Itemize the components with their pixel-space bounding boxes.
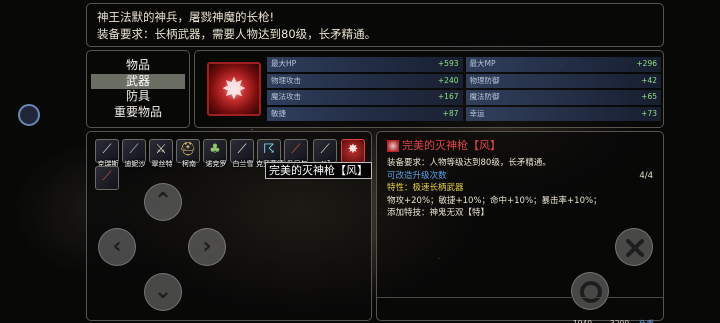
stat-value: +65	[641, 92, 657, 101]
item-slot[interactable]: ⟋丹尼尔	[284, 139, 308, 168]
upgrade-row: 可改造升级次数 4/4	[387, 170, 653, 183]
floating-menu-button[interactable]	[18, 104, 40, 126]
load-max: 3200	[610, 318, 629, 323]
effects-line: 物攻+20%；敏捷+10%；命中+10%；暴击率+10%；	[387, 195, 602, 206]
stat-row: 幸运 +73	[465, 106, 661, 121]
item-flavor-text: 神王法默的神兵，屠戮神魔的长枪!	[97, 10, 275, 24]
divider	[377, 297, 663, 298]
item-slot[interactable]: ⟋ 克瑞斯	[95, 139, 119, 168]
item-owner-label: 诺克罗	[205, 160, 227, 168]
circle-icon	[580, 281, 602, 303]
stat-name: 物理攻击	[271, 75, 301, 85]
spear-icon: ⟋	[102, 142, 112, 157]
dpad-left-button[interactable]: ‹	[98, 228, 136, 266]
trait-line: 特性：极速长柄武器	[387, 183, 464, 193]
detail-header: 完美的灭神枪【风】	[387, 138, 653, 154]
stat-name: 幸运	[469, 108, 485, 118]
item-owner-label: 白兰雪	[232, 160, 254, 168]
stat-value: +296	[636, 59, 657, 68]
stat-name: 魔法防御	[469, 92, 500, 101]
helmet-icon: ⛑	[179, 142, 197, 157]
category-item-goods[interactable]: 物品	[91, 58, 185, 74]
load-label: 负重	[639, 318, 654, 323]
dpad-up-button[interactable]: ⌃	[144, 183, 182, 221]
divine-spear-small-icon	[387, 140, 399, 152]
stat-row: 物理防御 +42	[465, 73, 661, 88]
item-slot[interactable]: ♣ 诺克罗	[203, 139, 227, 168]
halberd-icon: ⟋	[320, 142, 330, 157]
item-slot[interactable]: ⟋ 白兰雪	[230, 139, 254, 168]
stat-name: 最大HP	[271, 59, 297, 68]
chevron-left-icon: ‹	[112, 234, 122, 259]
spear-icon: ⟋	[291, 142, 301, 157]
stats-panel: 最大HP +593 最大MP +296 物理攻击 +240 物理防御 +42 魔法攻击 +…	[194, 50, 664, 128]
sword-icon: ⚔	[155, 142, 167, 157]
divine-spear-icon: ✸	[347, 142, 359, 157]
red-spear-icon: ⟋	[102, 169, 112, 184]
upgrade-count: 4/4	[639, 170, 653, 181]
chevron-right-icon: ›	[202, 234, 212, 259]
armor-icon: ♣	[209, 142, 221, 157]
cancel-button[interactable]	[615, 228, 653, 266]
divine-spear-large-icon	[207, 62, 261, 116]
item-slot[interactable]: ⛑ 柯南	[176, 139, 200, 168]
stat-row: 敏捷 +87	[267, 106, 463, 121]
claw-icon: ☈	[263, 142, 275, 157]
item-description-panel: 神王法默的神兵，屠戮神魔的长枪! 装备要求：长柄武器，需要人物达到80级，长矛精…	[86, 3, 664, 47]
load-current: 1949	[573, 318, 592, 323]
item-slot[interactable]: ⟋×1	[313, 139, 337, 167]
detail-title: 完美的灭神枪【风】	[402, 138, 501, 152]
stat-row: 最大MP +296	[465, 57, 661, 72]
stat-value: +167	[437, 92, 459, 101]
item-slot[interactable]: ⟋ 迪妮沙	[122, 139, 146, 168]
spear-icon: ⟋	[237, 142, 247, 157]
upgrade-label: 可改造升级次数	[387, 170, 447, 181]
stat-name: 最大MP	[469, 59, 496, 68]
stat-grid: 最大HP +593 最大MP +296 物理攻击 +240 物理防御 +42 魔法攻击 +…	[267, 57, 661, 121]
stat-row: 最大HP +593	[267, 57, 463, 72]
close-icon	[626, 239, 644, 257]
weapon-inventory-grid: ⟋克瑞斯 ⟋迪妮沙 ⚔翠丝特 ⛑柯南 ♣诺克罗 ⟋白兰雪 ☈克罗蒙德 ⟋丹尼尔 …	[86, 131, 372, 321]
detail-requirement: 装备要求：人物等级达到80级，长矛精通。	[387, 158, 551, 168]
stat-row: 魔法攻击 +167	[267, 90, 463, 105]
item-owner-label: 柯南	[182, 160, 196, 168]
stat-row: 物理攻击 +240	[267, 73, 463, 88]
stat-value: +73	[641, 108, 657, 118]
item-slot-selected[interactable]: ✸	[341, 139, 365, 163]
confirm-button[interactable]	[571, 272, 609, 310]
dpad-down-button[interactable]: ⌄	[144, 273, 182, 311]
spear-icon: ⟋	[129, 142, 139, 157]
stat-row: 魔法防御 +65	[465, 90, 661, 105]
item-slot[interactable]: ☈克罗蒙德	[256, 139, 284, 168]
item-owner-label: 迪妮沙	[124, 160, 146, 168]
category-item-armor[interactable]: 防具	[91, 89, 185, 105]
item-name-tooltip: 完美的灭神枪【风】	[265, 162, 372, 179]
item-owner-label: 翠丝特	[151, 160, 173, 168]
item-slot[interactable]: ⚔ 翠丝特	[149, 139, 173, 168]
category-item-weapons[interactable]: 武器	[91, 73, 185, 89]
chevron-down-icon: ⌄	[153, 279, 173, 304]
special-skill-line: 添加特技：神鬼无双【特】	[387, 208, 490, 218]
category-menu: 物品 武器 防具 重要物品	[86, 50, 190, 128]
item-slot[interactable]: ⟋	[95, 166, 119, 190]
dpad-right-button[interactable]: ›	[188, 228, 226, 266]
stat-value: +42	[641, 75, 657, 85]
stat-name: 魔法攻击	[271, 92, 301, 101]
stat-value: +240	[437, 75, 459, 85]
item-requirement-text: 装备要求：长柄武器，需要人物达到80级，长矛精通。	[97, 27, 377, 41]
category-item-key-items[interactable]: 重要物品	[91, 105, 185, 121]
stat-name: 敏捷	[271, 108, 286, 118]
stat-value: +593	[437, 59, 459, 68]
stat-name: 物理防御	[469, 75, 500, 85]
stat-value: +87	[442, 108, 459, 118]
chevron-up-icon: ⌃	[153, 189, 173, 214]
item-detail-panel: 完美的灭神枪【风】 装备要求：人物等级达到80级，长矛精通。 可改造升级次数 4…	[376, 131, 664, 323]
